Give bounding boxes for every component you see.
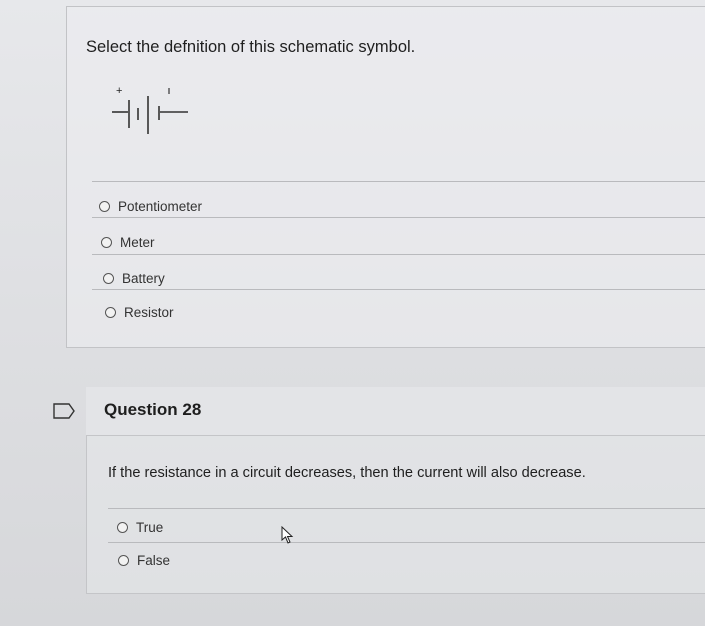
radio-button[interactable] [99,200,110,212]
question-27-card [66,6,705,348]
flag-icon[interactable] [53,403,75,419]
option-label: Resistor [124,304,174,320]
answer-divider [108,508,705,509]
answer-divider [92,289,705,290]
radio-button[interactable] [101,236,112,248]
option-false[interactable]: False [118,550,170,570]
radio-button[interactable] [105,306,116,318]
radio-button[interactable] [117,521,128,533]
radio-button[interactable] [118,554,129,566]
option-label: True [136,519,164,535]
option-resistor[interactable]: Resistor [105,302,174,322]
answer-divider [108,542,705,543]
quiz-page: Select the defnition of this schematic s… [0,0,705,626]
option-true[interactable]: True [117,517,163,537]
answer-divider [92,254,705,255]
answer-divider [92,217,705,218]
option-potentiometer[interactable]: Potentiometer [99,196,202,216]
option-label: Meter [120,234,155,250]
option-battery[interactable]: Battery [103,268,165,288]
option-label: False [137,552,171,568]
battery-symbol-icon: + [112,85,188,134]
option-label: Battery [122,270,165,286]
mouse-pointer-icon [281,526,294,544]
question-28-prompt: If the resistance in a circuit decreases… [108,465,586,481]
question-28-title: Question 28 [104,400,202,419]
option-label: Potentiometer [118,198,203,214]
radio-button[interactable] [103,272,114,284]
answer-divider [92,181,705,182]
option-meter[interactable]: Meter [101,232,155,252]
question-27-prompt: Select the defnition of this schematic s… [86,38,416,56]
schematic-plus-label: + [116,85,122,97]
